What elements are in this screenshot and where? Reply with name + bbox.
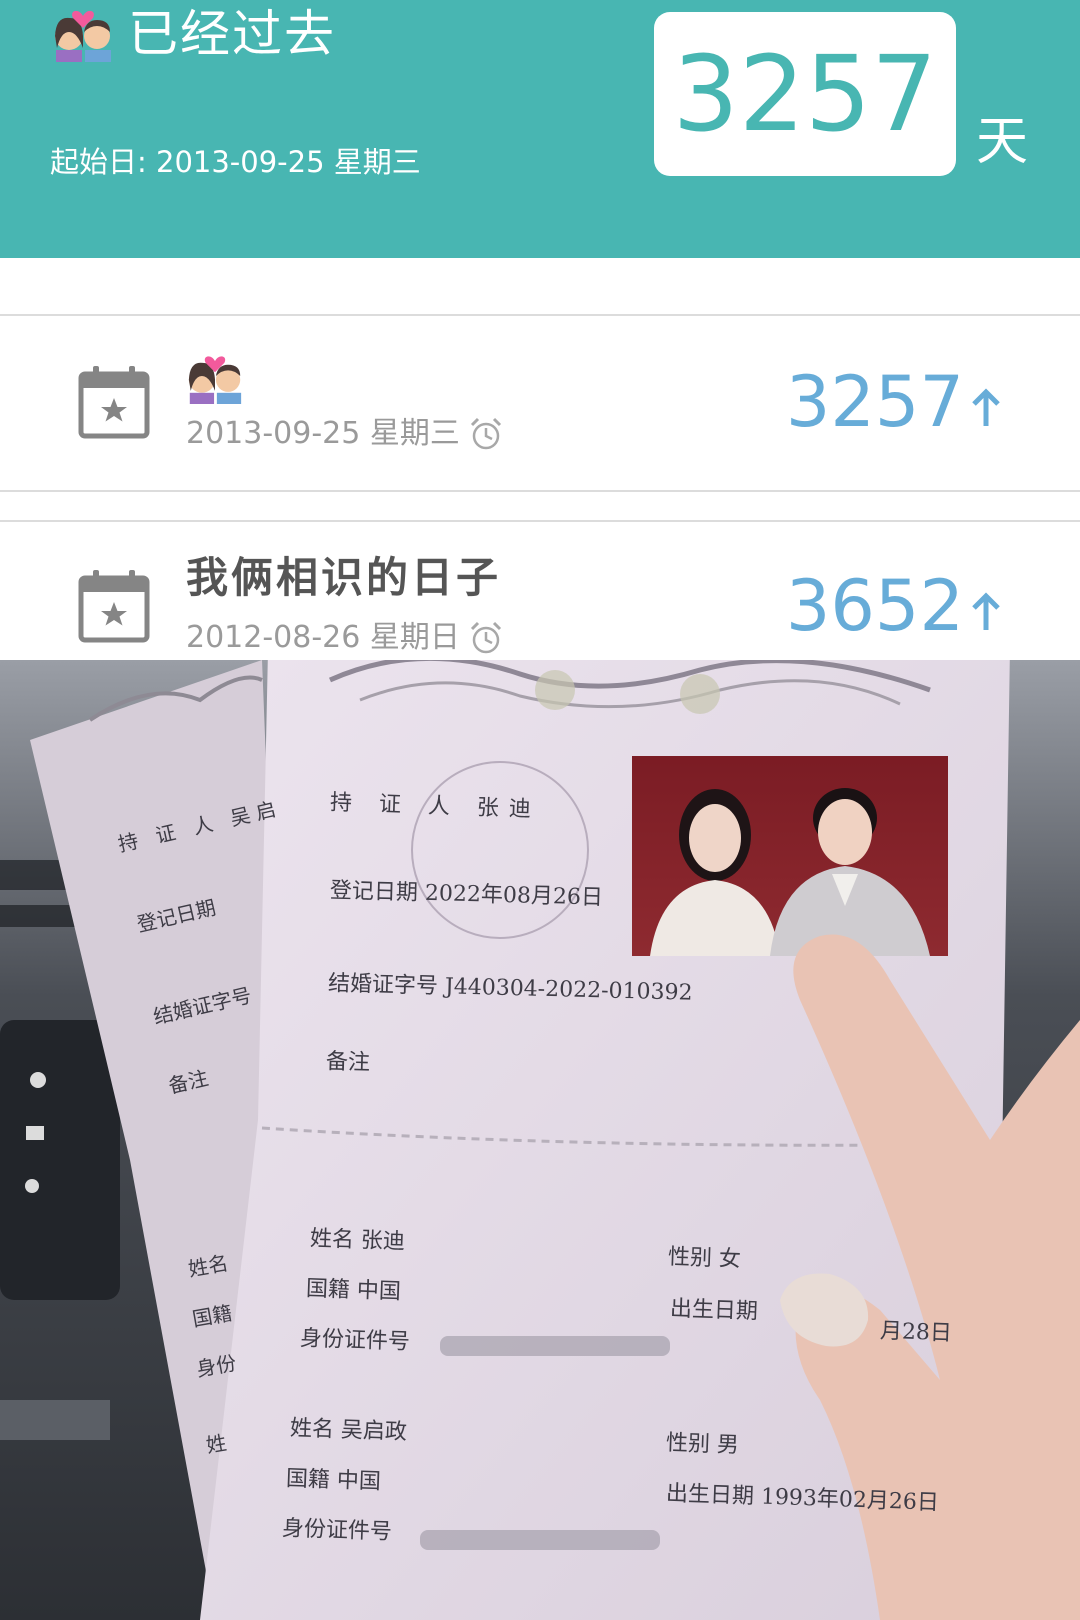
calendar-star-icon bbox=[78, 366, 150, 439]
spouse1-birth-label: 出生日期 bbox=[669, 1296, 759, 1325]
spouse2-name: 姓名 吴启政 bbox=[289, 1415, 408, 1446]
spouse1-id-label: 身份证件号 bbox=[299, 1326, 411, 1355]
day-counter-unit: 天 bbox=[976, 112, 1029, 172]
up-arrow-icon bbox=[972, 388, 1000, 426]
spouse1-birth-value: 月28日 bbox=[879, 1318, 953, 1347]
up-arrow-icon bbox=[972, 592, 1000, 630]
couple-with-heart-icon bbox=[188, 356, 242, 404]
event-date-text: 2012-08-26 星期日 bbox=[186, 620, 460, 655]
event-day-count-value: 3652 bbox=[785, 565, 964, 647]
event-day-count-value: 3257 bbox=[785, 361, 964, 443]
note-label: 备注 bbox=[325, 1049, 371, 1076]
header-title: 已经过去 bbox=[128, 5, 336, 63]
list-spacer bbox=[0, 492, 1080, 522]
header-banner: 已经过去 起始日: 2013-09-25 星期三 3257 天 bbox=[0, 0, 1080, 258]
alarm-clock-icon bbox=[470, 417, 501, 450]
certificate-photo: 持 证 人 吴启 登记日期 结婚证字号 备注 姓名 国籍 身份 姓 持 证 人 … bbox=[0, 660, 1080, 1620]
calendar-star-icon bbox=[78, 570, 150, 643]
couple-with-heart-icon bbox=[55, 10, 111, 62]
event-day-count: 3257 bbox=[786, 362, 1002, 442]
event-date-text: 2013-09-25 星期三 bbox=[186, 416, 460, 451]
spouse2-sex: 性别 男 bbox=[665, 1430, 740, 1459]
event-date: 2013-09-25 星期三 bbox=[186, 414, 504, 454]
list-item[interactable]: 我俩相识的日子 2012-08-26 星期日 3652 bbox=[0, 522, 1080, 662]
spouse2-id-label: 身份证件号 bbox=[281, 1516, 393, 1545]
day-counter-box[interactable]: 3257 bbox=[654, 12, 956, 176]
spouse1-sex: 性别 女 bbox=[667, 1244, 742, 1273]
spouse1-nationality: 国籍 中国 bbox=[305, 1276, 402, 1305]
alarm-clock-icon bbox=[470, 621, 501, 654]
spouse1-name: 姓名 张迪 bbox=[309, 1226, 406, 1255]
day-counter-value: 3257 bbox=[672, 33, 938, 155]
list-spacer bbox=[0, 258, 1080, 316]
start-date-label: 起始日: 2013-09-25 星期三 bbox=[50, 145, 421, 179]
spouse2-nationality: 国籍 中国 bbox=[285, 1466, 382, 1495]
event-title: 我俩相识的日子 bbox=[186, 553, 502, 602]
event-day-count: 3652 bbox=[786, 566, 1002, 646]
list-item[interactable]: 2013-09-25 星期三 3257 bbox=[0, 316, 1080, 492]
event-date: 2012-08-26 星期日 bbox=[186, 618, 504, 658]
